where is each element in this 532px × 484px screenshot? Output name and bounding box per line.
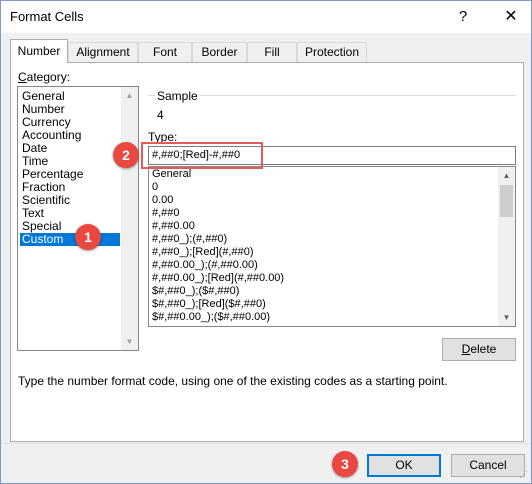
cancel-button[interactable]: Cancel xyxy=(451,454,525,477)
format-item[interactable]: $#,##0_);[Red]($#,##0) xyxy=(152,298,266,311)
format-item[interactable]: $#,##0_);($#,##0) xyxy=(152,285,239,298)
sample-label: Sample xyxy=(155,89,200,103)
format-item[interactable]: $#,##0.00_);($#,##0.00) xyxy=(152,311,270,324)
format-item[interactable]: 0 xyxy=(152,181,158,194)
help-icon[interactable]: ? xyxy=(453,7,473,27)
tab-fill[interactable]: Fill xyxy=(247,42,297,62)
format-item[interactable]: #,##0_);[Red](#,##0) xyxy=(152,246,254,259)
delete-button[interactable]: Delete xyxy=(442,338,516,361)
tab-number[interactable]: Number xyxy=(10,39,68,63)
ok-button[interactable]: OK xyxy=(367,454,441,477)
type-input[interactable]: #,##0;[Red]-#,##0 xyxy=(148,146,516,165)
tab-border[interactable]: Border xyxy=(192,42,247,62)
annotation-badge-2: 2 xyxy=(113,142,139,168)
resize-grip-icon[interactable]: ⋰ xyxy=(519,469,528,480)
scroll-up-icon[interactable]: ▲ xyxy=(121,87,138,104)
format-item[interactable]: General xyxy=(152,168,191,181)
footer-divider xyxy=(1,443,531,444)
format-item[interactable]: #,##0 xyxy=(152,207,180,220)
format-list-scrollbar[interactable]: ▲ ▼ xyxy=(498,167,515,326)
format-code-list[interactable]: General 0 0.00 #,##0 #,##0.00 #,##0_);(#… xyxy=(148,166,516,327)
scroll-up-icon[interactable]: ▲ xyxy=(498,167,515,184)
title-bar: Format Cells ? ✕ xyxy=(1,1,531,33)
window-title: Format Cells xyxy=(10,9,84,24)
annotation-badge-1: 1 xyxy=(75,224,101,250)
format-item[interactable]: #,##0.00 xyxy=(152,220,195,233)
sample-value: 4 xyxy=(157,108,164,122)
format-item[interactable]: 0.00 xyxy=(152,194,173,207)
tab-protection[interactable]: Protection xyxy=(297,42,367,62)
category-list[interactable]: General Number Currency Accounting Date … xyxy=(17,86,139,351)
type-label: Type: xyxy=(148,130,178,144)
category-item-custom[interactable]: Custom xyxy=(20,233,120,246)
format-item[interactable]: #,##0.00_);[Red](#,##0.00) xyxy=(152,272,284,285)
close-icon[interactable]: ✕ xyxy=(501,7,521,27)
scrollbar-thumb[interactable] xyxy=(500,185,513,217)
tab-alignment[interactable]: Alignment xyxy=(68,42,138,62)
hint-text: Type the number format code, using one o… xyxy=(18,374,448,388)
format-item[interactable]: #,##0_);(#,##0) xyxy=(152,233,227,246)
category-scrollbar[interactable]: ▲ ▼ xyxy=(121,87,138,350)
type-input-value: #,##0;[Red]-#,##0 xyxy=(152,149,241,161)
category-label: Category: xyxy=(18,70,71,84)
tab-font[interactable]: Font xyxy=(138,42,192,62)
annotation-badge-3: 3 xyxy=(332,451,358,477)
format-item[interactable]: #,##0.00_);(#,##0.00) xyxy=(152,259,258,272)
scroll-down-icon[interactable]: ▼ xyxy=(121,333,138,350)
scroll-down-icon[interactable]: ▼ xyxy=(498,309,515,326)
sample-group xyxy=(148,95,516,125)
format-cells-dialog: Format Cells ? ✕ Number Alignment Font B… xyxy=(0,0,532,484)
